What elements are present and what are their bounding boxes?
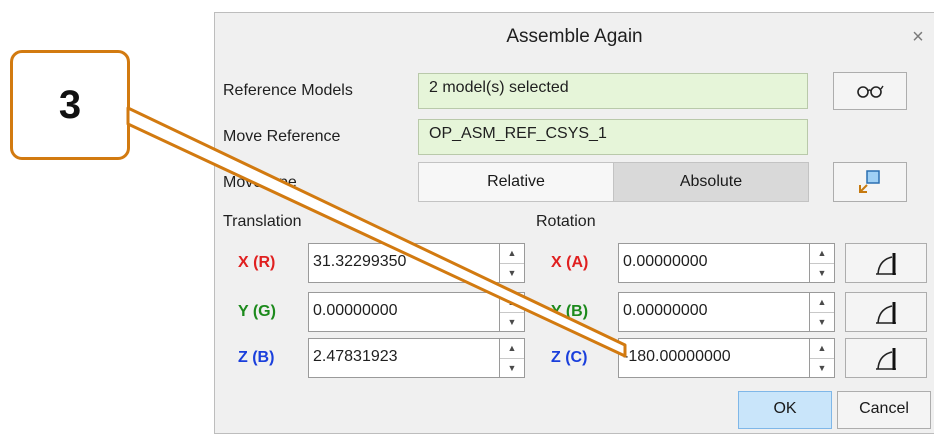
ok-button[interactable]: OK: [738, 391, 832, 429]
relative-toggle[interactable]: Relative: [418, 162, 614, 202]
translation-x-spinner[interactable]: ▲ ▼: [499, 243, 525, 283]
rotation-y-spinner[interactable]: ▲ ▼: [809, 292, 835, 332]
rotation-x-spinner[interactable]: ▲ ▼: [809, 243, 835, 283]
translation-z-label: Z (B): [238, 349, 275, 366]
step-callout: 3: [10, 50, 130, 160]
rotation-heading: Rotation: [536, 213, 596, 230]
angle-y-icon[interactable]: [845, 292, 927, 332]
rotation-z-spinner[interactable]: ▲ ▼: [809, 338, 835, 378]
translation-z-spinner[interactable]: ▲ ▼: [499, 338, 525, 378]
angle-x-icon[interactable]: [845, 243, 927, 283]
reference-models-label: Reference Models: [223, 82, 353, 99]
absolute-toggle[interactable]: Absolute: [613, 162, 809, 202]
rotation-z-label: Z (C): [551, 349, 588, 366]
move-type-label: Move type: [223, 174, 297, 191]
angle-z-icon[interactable]: [845, 338, 927, 378]
rotation-y-label: Y (B): [551, 303, 589, 320]
translation-y-label: Y (G): [238, 303, 276, 320]
cancel-button[interactable]: Cancel: [837, 391, 931, 429]
translation-heading: Translation: [223, 213, 302, 230]
move-reference-field[interactable]: OP_ASM_REF_CSYS_1: [418, 119, 808, 155]
rotation-x-input[interactable]: 0.00000000: [618, 243, 810, 283]
reorient-icon[interactable]: [833, 162, 907, 202]
close-icon[interactable]: ×: [906, 24, 930, 50]
rotation-z-input[interactable]: -180.00000000: [618, 338, 810, 378]
glasses-icon[interactable]: [833, 72, 907, 110]
translation-x-label: X (R): [238, 254, 276, 271]
translation-z-input[interactable]: 2.47831923: [308, 338, 500, 378]
translation-x-input[interactable]: 31.32299350: [308, 243, 500, 283]
reference-models-field[interactable]: 2 model(s) selected: [418, 73, 808, 109]
rotation-y-input[interactable]: 0.00000000: [618, 292, 810, 332]
dialog-title: Assemble Again: [506, 26, 643, 47]
translation-y-spinner[interactable]: ▲ ▼: [499, 292, 525, 332]
move-reference-label: Move Reference: [223, 128, 341, 145]
rotation-x-label: X (A): [551, 254, 589, 271]
translation-y-input[interactable]: 0.00000000: [308, 292, 500, 332]
